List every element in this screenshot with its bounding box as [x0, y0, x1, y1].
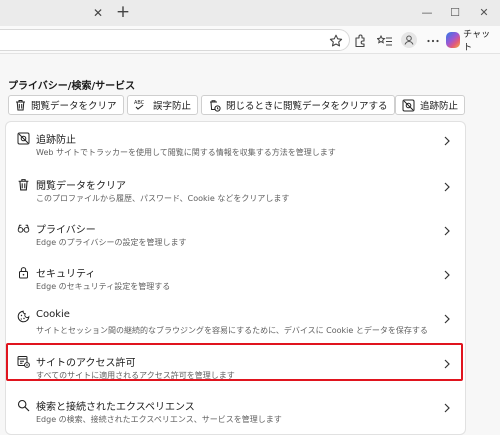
chevron-right-icon	[444, 403, 450, 413]
clear-on-close-icon	[210, 99, 221, 112]
maximize-button[interactable]: ☐	[448, 6, 462, 20]
setting-title: セキュリティ	[36, 269, 96, 280]
setting-title: プライバシー	[36, 225, 96, 236]
setting-title: サイトのアクセス許可	[36, 358, 136, 369]
lock-icon	[19, 267, 28, 279]
setting-row-search-services[interactable]: 検索と接続されたエクスペリエンス Edge の検索、接続されたエクスペリエンス、…	[6, 389, 465, 432]
new-tab-button[interactable]: +	[115, 4, 131, 21]
favorite-star-icon[interactable]	[328, 33, 344, 49]
setting-description: サイトとセッション間の継続的なブラウジングを容易にするために、デバイスに Coo…	[36, 326, 428, 335]
setting-description: このプロファイルから履歴、パスワード、Cookie などをクリアします	[36, 194, 290, 203]
setting-row-site-permissions[interactable]: サイトのアクセス許可 すべてのサイトに適用されるアクセス許可を管理します	[6, 345, 465, 388]
setting-description: Edge のプライバシーの設定を管理します	[36, 238, 187, 247]
close-tab-icon[interactable]: ✕	[91, 6, 105, 20]
quick-action-label: 追跡防止	[420, 101, 459, 112]
setting-row-clear-browsing-data[interactable]: 閲覧データをクリア このプロファイルから履歴、パスワード、Cookie などをク…	[6, 168, 465, 211]
privacy-settings-card: 追跡防止 Web サイトでトラッカーを使用して閲覧に関する情報を収集する方法を管…	[5, 121, 466, 435]
setting-row-privacy[interactable]: プライバシー Edge のプライバシーの設定を管理します	[6, 212, 465, 255]
close-window-button[interactable]: ✕	[477, 6, 491, 20]
setting-title: Cookie	[36, 309, 70, 320]
tracking-prevention-icon	[402, 99, 415, 111]
copilot-chat-button[interactable]: チャット	[443, 30, 495, 53]
tracking-prevention-icon	[17, 132, 30, 145]
more-options-icon[interactable]	[425, 33, 441, 49]
quick-action-label: 閲覧データをクリア	[31, 101, 117, 112]
glasses-icon	[17, 224, 30, 233]
quick-action-label: 閉じるときに閲覧データをクリアする	[226, 101, 388, 112]
setting-row-cookie[interactable]: Cookie サイトとセッション間の継続的なブラウジングを容易にするために、デバ…	[6, 300, 465, 343]
chat-button-label: チャット	[463, 30, 491, 53]
person-icon	[404, 35, 414, 45]
setting-row-security[interactable]: セキュリティ Edge のセキュリティ設定を管理する	[6, 256, 465, 299]
quick-clear-browsing-data-button[interactable]: 閲覧データをクリア	[8, 95, 124, 115]
favorites-list-icon[interactable]	[377, 33, 393, 49]
quick-tracking-prevention-button[interactable]: 追跡防止	[395, 95, 466, 115]
site-permissions-icon	[17, 356, 30, 368]
profile-avatar[interactable]	[401, 32, 417, 48]
setting-description: すべてのサイトに適用されるアクセス許可を管理します	[36, 371, 235, 380]
chevron-right-icon	[444, 314, 450, 324]
chevron-right-icon	[444, 182, 450, 192]
page-title: プライバシー/検索/サービス	[8, 81, 136, 92]
svg-text:ABC: ABC	[134, 100, 145, 106]
title-bar: ✕ + — ☐ ✕	[0, 0, 500, 26]
setting-title: 閲覧データをクリア	[36, 181, 126, 192]
chevron-right-icon	[444, 359, 450, 369]
copilot-logo-icon	[446, 32, 461, 48]
chevron-right-icon	[444, 136, 450, 146]
trash-icon	[18, 179, 29, 191]
setting-description: Edge のセキュリティ設定を管理する	[36, 282, 171, 291]
chevron-right-icon	[444, 226, 450, 236]
address-bar[interactable]	[0, 29, 350, 51]
browser-toolbar: チャット	[0, 26, 500, 54]
quick-spellcheck-button[interactable]: ABC 誤字防止	[127, 95, 199, 115]
setting-title: 検索と接続されたエクスペリエンス	[36, 402, 195, 413]
setting-description: Edge の検索、接続されたエクスペリエンス、サービスを管理します	[36, 415, 282, 424]
setting-description: Web サイトでトラッカーを使用して閲覧に関する情報を収集する方法を管理します	[36, 148, 336, 157]
quick-action-label: 誤字防止	[153, 101, 192, 112]
trash-icon	[16, 100, 25, 111]
extensions-icon[interactable]	[352, 33, 368, 49]
setting-title: 追跡防止	[36, 135, 76, 146]
chevron-right-icon	[444, 270, 450, 280]
cookie-icon	[17, 310, 30, 323]
setting-row-tracking-prevention[interactable]: 追跡防止 Web サイトでトラッカーを使用して閲覧に関する情報を収集する方法を管…	[6, 122, 465, 165]
quick-clear-on-close-button[interactable]: 閉じるときに閲覧データをクリアする	[201, 95, 395, 115]
minimize-button[interactable]: —	[420, 6, 434, 20]
search-icon	[17, 399, 30, 412]
spellcheck-icon: ABC	[134, 100, 145, 110]
